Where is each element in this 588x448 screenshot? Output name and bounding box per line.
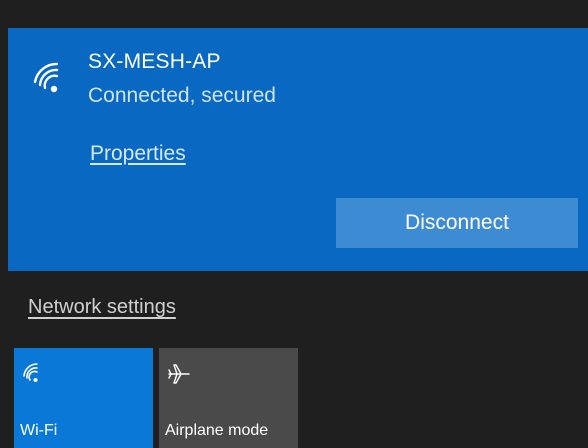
network-settings-link[interactable]: Network settings <box>28 296 176 319</box>
wifi-tile-label: Wi-Fi <box>20 422 58 439</box>
airplane-tile-label: Airplane mode <box>165 422 269 439</box>
wifi-icon <box>23 363 38 382</box>
disconnect-button[interactable]: Disconnect <box>336 198 578 248</box>
connection-status: Connected, secured <box>88 84 276 107</box>
airplane-icon <box>168 364 190 384</box>
wifi-toggle-tile[interactable]: Wi-Fi <box>14 348 153 448</box>
connected-network-card[interactable]: SX-MESH-AP Connected, secured Properties… <box>8 28 588 271</box>
wifi-icon <box>33 62 59 93</box>
properties-link[interactable]: Properties <box>90 142 186 166</box>
airplane-mode-tile[interactable]: Airplane mode <box>159 348 298 448</box>
flyout-top-edge <box>0 0 588 28</box>
network-ssid: SX-MESH-AP <box>88 50 221 73</box>
